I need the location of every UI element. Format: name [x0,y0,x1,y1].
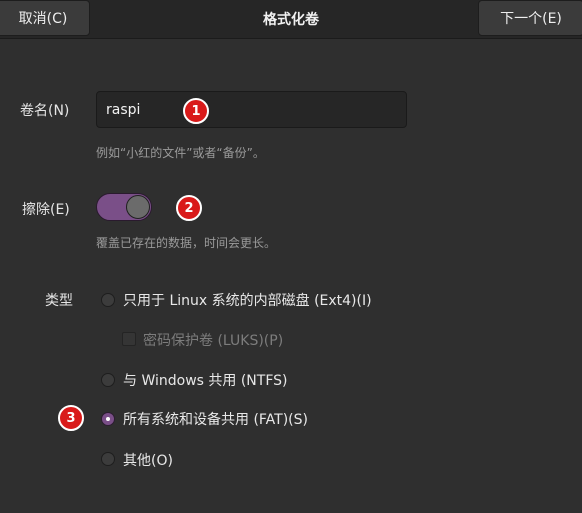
annotation-badge-3: 3 [58,405,84,431]
erase-hint: 覆盖已存在的数据，时间会更长。 [96,236,277,250]
type-label: 类型 [45,293,73,309]
next-button[interactable]: 下一个(E) [478,0,582,36]
option-other-label[interactable]: 其他(O) [123,450,173,470]
cancel-button[interactable]: 取消(C) [0,0,90,36]
erase-switch[interactable] [96,193,152,221]
radio-other[interactable] [101,452,115,466]
option-ntfs-label[interactable]: 与 Windows 共用 (NTFS) [123,370,288,390]
volume-name-hint: 例如“小红的文件”或者“备份”。 [96,146,265,160]
option-ext4-label[interactable]: 只用于 Linux 系统的内部磁盘 (Ext4)(I) [123,290,372,310]
luks-checkbox[interactable] [122,332,136,346]
radio-ext4[interactable] [101,293,115,307]
luks-label: 密码保护卷 (LUKS)(P) [143,333,284,349]
header-bar: 取消(C) 格式化卷 下一个(E) [0,0,582,39]
volume-name-value: raspi [106,101,141,118]
radio-ntfs[interactable] [101,373,115,387]
annotation-badge-1: 1 [183,98,209,124]
volume-name-label: 卷名(N) [20,103,70,119]
erase-label: 擦除(E) [22,202,70,218]
volume-name-input[interactable]: raspi [96,91,407,128]
radio-fat[interactable] [101,412,115,426]
annotation-badge-2: 2 [176,195,202,221]
switch-knob [126,195,150,219]
option-fat-label[interactable]: 所有系统和设备共用 (FAT)(S) [123,409,308,429]
